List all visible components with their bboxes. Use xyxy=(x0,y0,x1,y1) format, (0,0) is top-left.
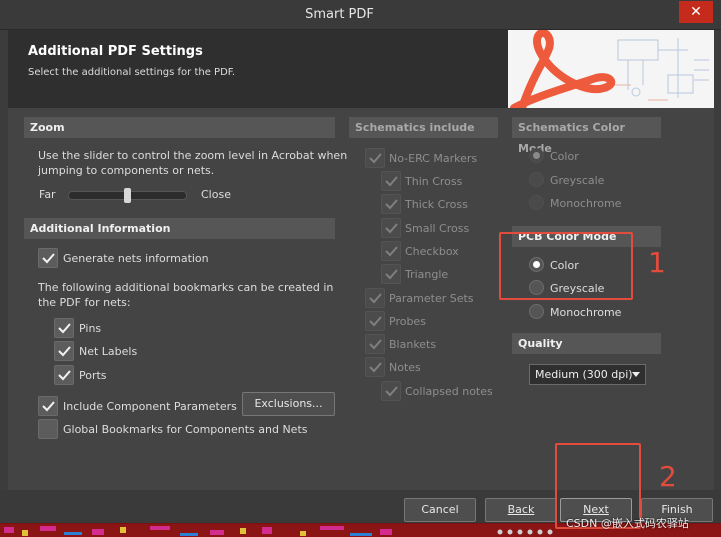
close-button[interactable]: ✕ xyxy=(679,1,713,23)
wizard-header: Additional PDF Settings Select the addit… xyxy=(8,30,714,108)
schematics-include-label: Small Cross xyxy=(405,222,470,235)
title-bar: Smart PDF ✕ xyxy=(0,0,721,30)
checkmark-icon xyxy=(42,253,55,264)
schematics-include-section-header: Schematics include xyxy=(349,117,498,138)
checkmark-icon xyxy=(58,323,71,334)
schematics-include-label: Thin Cross xyxy=(405,175,463,188)
page-subtitle: Select the additional settings for the P… xyxy=(28,67,236,78)
schematics-include-label: Probes xyxy=(389,315,426,328)
checkmark-icon xyxy=(369,153,382,164)
zoom-close-label: Close xyxy=(201,188,231,201)
exclusions-button[interactable]: Exclusions... xyxy=(242,392,335,416)
schematics-include-label: Thick Cross xyxy=(405,198,468,211)
zoom-section-header: Zoom xyxy=(24,117,335,138)
annotation-box-1 xyxy=(499,232,633,300)
global-bookmarks-label: Global Bookmarks for Components and Nets xyxy=(63,423,308,436)
cancel-button[interactable]: Cancel xyxy=(404,498,476,522)
schematics-include-checkbox[interactable] xyxy=(365,288,385,308)
schematics-include-checkbox[interactable] xyxy=(381,194,401,214)
checkmark-icon xyxy=(369,293,382,304)
pcb-monochrome-label: Monochrome xyxy=(550,306,622,319)
generate-nets-label: Generate nets information xyxy=(63,252,209,265)
bookmark-pins-label: Pins xyxy=(79,322,102,335)
schematics-include-checkbox[interactable] xyxy=(365,148,385,168)
annotation-number-1: 1 xyxy=(648,246,666,279)
zoom-slider-thumb[interactable] xyxy=(124,188,131,203)
schematics-include-checkbox[interactable] xyxy=(381,171,401,191)
bookmark-ports-label: Ports xyxy=(79,369,107,382)
schematics-include-label: Collapsed notes xyxy=(405,385,493,398)
zoom-far-label: Far xyxy=(39,188,56,201)
schematics-include-checkbox[interactable] xyxy=(381,264,401,284)
bookmarks-description-line1: The following additional bookmarks can b… xyxy=(38,281,334,294)
schematics-include-label: Blankets xyxy=(389,338,437,351)
checkmark-icon xyxy=(385,269,398,280)
include-parameters-label: Include Component Parameters xyxy=(63,400,237,413)
bookmark-net-labels-checkbox[interactable] xyxy=(54,341,74,361)
back-button[interactable]: Back xyxy=(485,498,557,522)
checkmark-icon xyxy=(385,386,398,397)
watermark-text: CSDN @嵌入式码农驿站 xyxy=(566,517,689,530)
quality-section-header: Quality xyxy=(512,333,661,354)
pdf-logo-artwork xyxy=(508,30,714,108)
schematics-color-label: Color xyxy=(550,150,579,163)
schematics-greyscale-radio[interactable] xyxy=(529,172,544,187)
schematics-include-checkbox[interactable] xyxy=(365,357,385,377)
schematics-include-checkbox[interactable] xyxy=(365,334,385,354)
schematics-include-label: Triangle xyxy=(405,268,449,281)
bookmark-ports-checkbox[interactable] xyxy=(54,365,74,385)
schematics-include-checkbox[interactable] xyxy=(381,381,401,401)
global-bookmarks-checkbox[interactable] xyxy=(38,419,58,439)
chevron-down-icon xyxy=(632,372,640,377)
schematics-monochrome-label: Monochrome xyxy=(550,197,622,210)
annotation-number-2: 2 xyxy=(659,460,677,493)
checkmark-icon xyxy=(42,401,55,412)
quality-selected-value: Medium (300 dpi) xyxy=(535,368,633,381)
schematics-color-radio[interactable] xyxy=(529,148,544,163)
checkmark-icon xyxy=(369,339,382,350)
schematics-include-label: Parameter Sets xyxy=(389,292,474,305)
bookmarks-description-line2: the PDF for nets: xyxy=(38,296,131,309)
checkmark-icon xyxy=(369,316,382,327)
checkmark-icon xyxy=(385,199,398,210)
schematics-include-checkbox[interactable] xyxy=(381,241,401,261)
smart-pdf-dialog: Smart PDF ✕ Additional PDF Settings Sele… xyxy=(0,0,721,537)
include-parameters-checkbox[interactable] xyxy=(38,396,58,416)
schematics-monochrome-radio[interactable] xyxy=(529,195,544,210)
checkmark-icon xyxy=(385,223,398,234)
bookmark-net-labels-label: Net Labels xyxy=(79,345,138,358)
schematics-include-label: Notes xyxy=(389,361,421,374)
bookmark-pins-checkbox[interactable] xyxy=(54,318,74,338)
pcb-monochrome-radio[interactable] xyxy=(529,304,544,319)
checkmark-icon xyxy=(58,370,71,381)
schematics-include-checkbox[interactable] xyxy=(365,311,385,331)
back-button-label: Back xyxy=(507,503,535,516)
page-title: Additional PDF Settings xyxy=(28,44,203,59)
schematics-include-checkbox[interactable] xyxy=(381,218,401,238)
generate-nets-checkbox[interactable] xyxy=(38,248,58,268)
zoom-description-line2: jumping to components or nets. xyxy=(38,164,215,177)
schematics-include-label: No-ERC Markers xyxy=(389,152,478,165)
window-title: Smart PDF xyxy=(305,7,374,22)
schematics-include-label: Checkbox xyxy=(405,245,459,258)
checkmark-icon xyxy=(58,346,71,357)
schematics-greyscale-label: Greyscale xyxy=(550,174,605,187)
schematics-color-mode-section-header: Schematics Color Mode xyxy=(512,117,661,155)
quality-dropdown[interactable]: Medium (300 dpi) xyxy=(529,364,646,385)
checkmark-icon xyxy=(385,176,398,187)
zoom-description-line1: Use the slider to control the zoom level… xyxy=(38,149,348,162)
additional-info-section-header: Additional Information xyxy=(24,218,335,239)
checkmark-icon xyxy=(369,362,382,373)
checkmark-icon xyxy=(385,246,398,257)
